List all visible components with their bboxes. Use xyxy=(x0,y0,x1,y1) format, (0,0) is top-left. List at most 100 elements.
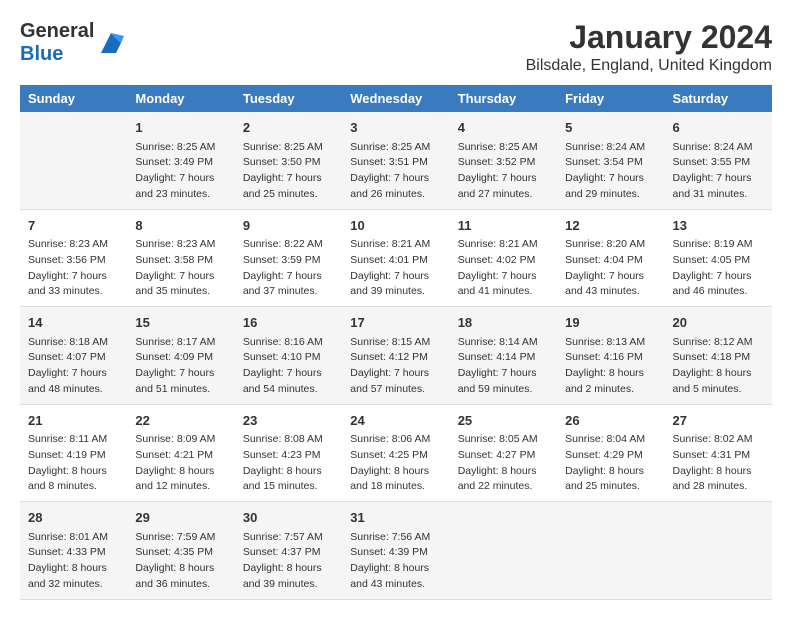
day-number: 20 xyxy=(673,313,764,333)
calendar-cell: 26Sunrise: 8:04 AMSunset: 4:29 PMDayligh… xyxy=(557,404,664,502)
calendar-cell xyxy=(665,502,772,600)
day-number: 16 xyxy=(243,313,334,333)
calendar-cell xyxy=(20,112,127,209)
day-number: 6 xyxy=(673,118,764,138)
header-day-thursday: Thursday xyxy=(450,85,557,112)
day-number: 10 xyxy=(350,216,441,236)
calendar-cell xyxy=(557,502,664,600)
day-info: Sunrise: 8:23 AMSunset: 3:56 PMDaylight:… xyxy=(28,237,119,300)
subtitle: Bilsdale, England, United Kingdom xyxy=(526,57,772,75)
day-number: 15 xyxy=(135,313,226,333)
day-number: 1 xyxy=(135,118,226,138)
day-info: Sunrise: 7:57 AMSunset: 4:37 PMDaylight:… xyxy=(243,530,334,593)
calendar-cell: 31Sunrise: 7:56 AMSunset: 4:39 PMDayligh… xyxy=(342,502,449,600)
calendar-cell: 7Sunrise: 8:23 AMSunset: 3:56 PMDaylight… xyxy=(20,209,127,307)
calendar-cell: 21Sunrise: 8:11 AMSunset: 4:19 PMDayligh… xyxy=(20,404,127,502)
calendar-cell: 9Sunrise: 8:22 AMSunset: 3:59 PMDaylight… xyxy=(235,209,342,307)
calendar-cell: 16Sunrise: 8:16 AMSunset: 4:10 PMDayligh… xyxy=(235,307,342,405)
day-number: 4 xyxy=(458,118,549,138)
calendar-cell: 29Sunrise: 7:59 AMSunset: 4:35 PMDayligh… xyxy=(127,502,234,600)
calendar-cell: 14Sunrise: 8:18 AMSunset: 4:07 PMDayligh… xyxy=(20,307,127,405)
logo-general: General xyxy=(20,20,94,42)
calendar-cell: 6Sunrise: 8:24 AMSunset: 3:55 PMDaylight… xyxy=(665,112,772,209)
day-info: Sunrise: 8:04 AMSunset: 4:29 PMDaylight:… xyxy=(565,432,656,495)
calendar-cell: 5Sunrise: 8:24 AMSunset: 3:54 PMDaylight… xyxy=(557,112,664,209)
calendar-cell: 10Sunrise: 8:21 AMSunset: 4:01 PMDayligh… xyxy=(342,209,449,307)
day-number: 14 xyxy=(28,313,119,333)
logo-icon xyxy=(96,28,126,58)
day-number: 31 xyxy=(350,508,441,528)
calendar-cell: 24Sunrise: 8:06 AMSunset: 4:25 PMDayligh… xyxy=(342,404,449,502)
calendar-cell: 27Sunrise: 8:02 AMSunset: 4:31 PMDayligh… xyxy=(665,404,772,502)
day-info: Sunrise: 8:15 AMSunset: 4:12 PMDaylight:… xyxy=(350,335,441,398)
week-row-2: 7Sunrise: 8:23 AMSunset: 3:56 PMDaylight… xyxy=(20,209,772,307)
day-info: Sunrise: 8:02 AMSunset: 4:31 PMDaylight:… xyxy=(673,432,764,495)
day-info: Sunrise: 8:06 AMSunset: 4:25 PMDaylight:… xyxy=(350,432,441,495)
day-info: Sunrise: 8:22 AMSunset: 3:59 PMDaylight:… xyxy=(243,237,334,300)
day-number: 8 xyxy=(135,216,226,236)
week-row-1: 1Sunrise: 8:25 AMSunset: 3:49 PMDaylight… xyxy=(20,112,772,209)
day-number: 5 xyxy=(565,118,656,138)
calendar-cell: 20Sunrise: 8:12 AMSunset: 4:18 PMDayligh… xyxy=(665,307,772,405)
day-info: Sunrise: 8:09 AMSunset: 4:21 PMDaylight:… xyxy=(135,432,226,495)
day-info: Sunrise: 8:24 AMSunset: 3:55 PMDaylight:… xyxy=(673,140,764,203)
calendar-cell: 15Sunrise: 8:17 AMSunset: 4:09 PMDayligh… xyxy=(127,307,234,405)
day-info: Sunrise: 8:25 AMSunset: 3:52 PMDaylight:… xyxy=(458,140,549,203)
calendar-cell: 11Sunrise: 8:21 AMSunset: 4:02 PMDayligh… xyxy=(450,209,557,307)
day-info: Sunrise: 8:18 AMSunset: 4:07 PMDaylight:… xyxy=(28,335,119,398)
calendar-cell: 13Sunrise: 8:19 AMSunset: 4:05 PMDayligh… xyxy=(665,209,772,307)
day-number: 3 xyxy=(350,118,441,138)
day-number: 28 xyxy=(28,508,119,528)
calendar-cell: 22Sunrise: 8:09 AMSunset: 4:21 PMDayligh… xyxy=(127,404,234,502)
day-info: Sunrise: 8:08 AMSunset: 4:23 PMDaylight:… xyxy=(243,432,334,495)
header-day-sunday: Sunday xyxy=(20,85,127,112)
day-info: Sunrise: 8:13 AMSunset: 4:16 PMDaylight:… xyxy=(565,335,656,398)
calendar-body: 1Sunrise: 8:25 AMSunset: 3:49 PMDaylight… xyxy=(20,112,772,599)
day-info: Sunrise: 8:12 AMSunset: 4:18 PMDaylight:… xyxy=(673,335,764,398)
day-number: 18 xyxy=(458,313,549,333)
day-info: Sunrise: 8:25 AMSunset: 3:49 PMDaylight:… xyxy=(135,140,226,203)
day-number: 30 xyxy=(243,508,334,528)
day-number: 23 xyxy=(243,411,334,431)
calendar-cell: 28Sunrise: 8:01 AMSunset: 4:33 PMDayligh… xyxy=(20,502,127,600)
logo-blue: Blue xyxy=(20,43,63,65)
calendar-cell: 18Sunrise: 8:14 AMSunset: 4:14 PMDayligh… xyxy=(450,307,557,405)
day-number: 22 xyxy=(135,411,226,431)
page-header: General Blue January 2024 Bilsdale, Engl… xyxy=(20,20,772,75)
day-info: Sunrise: 8:25 AMSunset: 3:51 PMDaylight:… xyxy=(350,140,441,203)
day-number: 9 xyxy=(243,216,334,236)
day-info: Sunrise: 8:25 AMSunset: 3:50 PMDaylight:… xyxy=(243,140,334,203)
day-number: 27 xyxy=(673,411,764,431)
calendar-table: SundayMondayTuesdayWednesdayThursdayFrid… xyxy=(20,85,772,600)
calendar-cell: 3Sunrise: 8:25 AMSunset: 3:51 PMDaylight… xyxy=(342,112,449,209)
day-number: 11 xyxy=(458,216,549,236)
calendar-cell: 23Sunrise: 8:08 AMSunset: 4:23 PMDayligh… xyxy=(235,404,342,502)
day-number: 25 xyxy=(458,411,549,431)
day-info: Sunrise: 7:59 AMSunset: 4:35 PMDaylight:… xyxy=(135,530,226,593)
day-number: 26 xyxy=(565,411,656,431)
day-number: 17 xyxy=(350,313,441,333)
title-block: January 2024 Bilsdale, England, United K… xyxy=(526,20,772,75)
day-info: Sunrise: 8:14 AMSunset: 4:14 PMDaylight:… xyxy=(458,335,549,398)
day-info: Sunrise: 8:17 AMSunset: 4:09 PMDaylight:… xyxy=(135,335,226,398)
day-number: 7 xyxy=(28,216,119,236)
day-number: 2 xyxy=(243,118,334,138)
day-info: Sunrise: 7:56 AMSunset: 4:39 PMDaylight:… xyxy=(350,530,441,593)
header-row: SundayMondayTuesdayWednesdayThursdayFrid… xyxy=(20,85,772,112)
day-info: Sunrise: 8:11 AMSunset: 4:19 PMDaylight:… xyxy=(28,432,119,495)
header-day-saturday: Saturday xyxy=(665,85,772,112)
day-info: Sunrise: 8:19 AMSunset: 4:05 PMDaylight:… xyxy=(673,237,764,300)
header-day-friday: Friday xyxy=(557,85,664,112)
day-number: 19 xyxy=(565,313,656,333)
week-row-3: 14Sunrise: 8:18 AMSunset: 4:07 PMDayligh… xyxy=(20,307,772,405)
calendar-cell: 25Sunrise: 8:05 AMSunset: 4:27 PMDayligh… xyxy=(450,404,557,502)
calendar-cell: 8Sunrise: 8:23 AMSunset: 3:58 PMDaylight… xyxy=(127,209,234,307)
calendar-cell: 17Sunrise: 8:15 AMSunset: 4:12 PMDayligh… xyxy=(342,307,449,405)
calendar-cell: 1Sunrise: 8:25 AMSunset: 3:49 PMDaylight… xyxy=(127,112,234,209)
day-info: Sunrise: 8:21 AMSunset: 4:01 PMDaylight:… xyxy=(350,237,441,300)
calendar-header: SundayMondayTuesdayWednesdayThursdayFrid… xyxy=(20,85,772,112)
calendar-cell: 12Sunrise: 8:20 AMSunset: 4:04 PMDayligh… xyxy=(557,209,664,307)
calendar-cell: 30Sunrise: 7:57 AMSunset: 4:37 PMDayligh… xyxy=(235,502,342,600)
day-info: Sunrise: 8:05 AMSunset: 4:27 PMDaylight:… xyxy=(458,432,549,495)
day-number: 29 xyxy=(135,508,226,528)
